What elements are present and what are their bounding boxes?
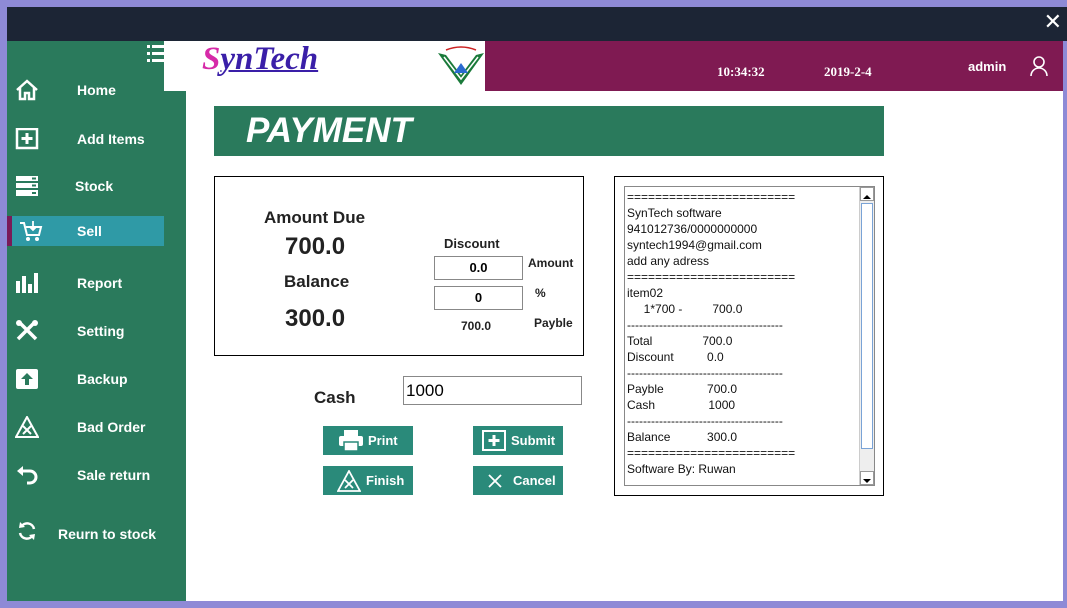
close-icon[interactable]: ✕	[1044, 9, 1062, 37]
sidebar-bottom: Reurn to stock	[7, 516, 186, 601]
receipt-line: Cash 1000	[627, 398, 736, 412]
scroll-thumb[interactable]	[861, 203, 873, 449]
print-button[interactable]: Print	[323, 426, 413, 455]
balance-value: 300.0	[285, 305, 346, 332]
sidebar-item-setting[interactable]: Setting	[7, 316, 164, 346]
sidebar-item-label: Report	[77, 275, 123, 291]
current-date: 2019-2-4	[824, 64, 872, 79]
sidebar-item-label: Reurn to stock	[58, 526, 157, 542]
receipt-panel: ======================== SynTech software…	[614, 176, 884, 496]
finish-button[interactable]: Finish	[323, 466, 413, 495]
upload-icon	[16, 369, 38, 389]
sidebar-item-report[interactable]: Report	[7, 268, 164, 298]
sidebar-item-label: Bad Order	[77, 419, 146, 435]
submit-label: Submit	[511, 433, 556, 448]
scroll-up-icon[interactable]	[860, 187, 874, 201]
receipt-line: SynTech software	[627, 206, 722, 220]
receipt-line: ---------------------------------------	[627, 414, 783, 428]
sidebar-item-label: Sell	[77, 223, 102, 239]
amount-due-value: 700.0	[285, 233, 346, 260]
sidebar-item-backup[interactable]: Backup	[7, 364, 164, 394]
sidebar-item-label: Home	[77, 82, 116, 98]
payable-value: 700.0	[461, 319, 492, 333]
receipt-line: Discount 0.0	[627, 350, 724, 364]
sidebar-item-label: Backup	[77, 371, 128, 387]
receipt-line: Balance 300.0	[627, 430, 738, 444]
page-title-banner: PAYMENT	[214, 106, 884, 156]
receipt-line: syntech1994@gmail.com	[627, 238, 762, 252]
refresh-icon	[18, 522, 36, 540]
sidebar-item-label: Sale return	[77, 467, 151, 483]
add-box-icon	[15, 128, 39, 150]
receipt-line: add any adress	[627, 254, 710, 268]
receipt-line: ========================	[627, 446, 796, 460]
sidebar-item-return-to-stock[interactable]: Reurn to stock	[7, 516, 164, 546]
sidebar-item-stock[interactable]: Stock	[7, 171, 164, 201]
receipt-line: ---------------------------------------	[627, 318, 783, 332]
cancel-label: Cancel	[513, 473, 556, 488]
close-icon	[488, 474, 502, 488]
sidebar-item-sell[interactable]: Sell	[7, 216, 164, 246]
sidebar-item-bad-order[interactable]: Bad Order	[7, 412, 164, 442]
home-icon	[16, 79, 38, 101]
sidebar: Home Add Items Stock Sell Report Setting…	[7, 41, 169, 516]
warning-x-icon	[337, 470, 361, 492]
logo-area: SynTech	[186, 41, 485, 91]
sidebar-item-add-items[interactable]: Add Items	[7, 124, 164, 154]
add-box-icon	[482, 430, 506, 451]
discount-label: Discount	[444, 236, 500, 251]
sidebar-item-sale-return[interactable]: Sale return	[7, 460, 164, 490]
receipt-text: ======================== SynTech software…	[627, 189, 859, 477]
print-label: Print	[368, 433, 398, 448]
header-bar: 10:34:32 2019-2-4 admin	[485, 41, 1063, 91]
submit-button[interactable]: Submit	[473, 426, 563, 455]
sidebar-item-label: Add Items	[77, 131, 145, 147]
printer-icon	[339, 430, 363, 451]
menu-icon[interactable]	[147, 43, 169, 65]
payment-summary-box: Amount Due 700.0 Balance 300.0 Discount …	[214, 176, 584, 356]
sidebar-item-home[interactable]: Home	[7, 75, 164, 105]
receipt-line: ========================	[627, 270, 796, 284]
receipt-line: 1*700 - 700.0	[627, 302, 743, 316]
receipt-line: item02	[627, 286, 664, 300]
app-window: Home Add Items Stock Sell Report Setting…	[7, 41, 1063, 601]
scroll-down-icon[interactable]	[860, 471, 874, 485]
user-icon[interactable]	[1030, 56, 1048, 76]
finish-label: Finish	[366, 473, 405, 488]
cancel-button[interactable]: Cancel	[473, 466, 563, 495]
window-titlebar: ✕	[7, 7, 1067, 41]
receipt-line: ========================	[627, 190, 796, 204]
undo-icon	[17, 466, 38, 485]
discount-amount-label: Amount	[528, 256, 574, 270]
receipt-scrollbar[interactable]	[859, 187, 874, 485]
stock-icon	[16, 176, 38, 196]
bar-chart-icon	[16, 273, 38, 293]
app-logo: SynTech	[202, 41, 319, 77]
cash-label: Cash	[314, 388, 356, 407]
warning-x-icon	[15, 416, 39, 438]
cash-input[interactable]: 1000	[403, 376, 582, 405]
discount-amount-field[interactable]: 0.0	[434, 256, 523, 280]
username: admin	[968, 59, 1007, 74]
receipt-textarea[interactable]: ======================== SynTech software…	[624, 186, 875, 486]
discount-percent-field[interactable]: 0	[434, 286, 523, 310]
payable-label: Payble	[534, 316, 573, 330]
tools-icon	[16, 320, 38, 341]
receipt-line: Software By: Ruwan	[627, 462, 736, 476]
cart-icon	[20, 221, 43, 241]
sidebar-item-label: Setting	[77, 323, 125, 339]
emblem-logo-icon	[438, 46, 484, 85]
amount-due-label: Amount Due	[264, 208, 366, 227]
balance-label: Balance	[284, 272, 350, 291]
receipt-line: ---------------------------------------	[627, 366, 783, 380]
page-title: PAYMENT	[246, 111, 412, 150]
receipt-line: Payble 700.0	[627, 382, 738, 396]
receipt-line: 941012736/0000000000	[627, 222, 758, 236]
receipt-line: Total 700.0	[627, 334, 733, 348]
sidebar-item-label: Stock	[75, 178, 114, 194]
percent-label: %	[535, 286, 546, 300]
clock-time: 10:34:32	[717, 64, 765, 79]
